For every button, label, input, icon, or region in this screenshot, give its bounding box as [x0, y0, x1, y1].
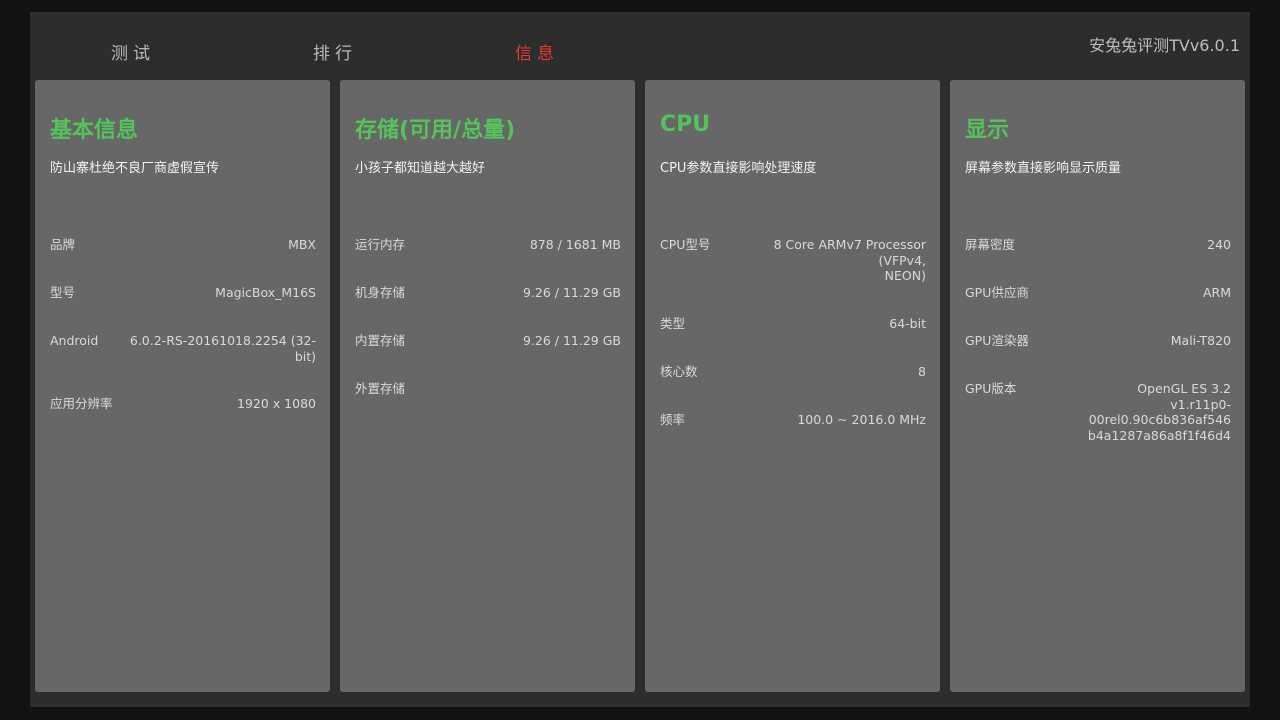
cpu-card: CPU CPU参数直接影响处理速度 CPU型号 8 Core ARMv7 Pro…	[645, 80, 940, 692]
row-value: 8	[918, 363, 926, 379]
display-card: 显示 屏幕参数直接影响显示质量 屏幕密度 240 GPU供应商 ARM GPU渲…	[950, 80, 1245, 692]
card-title: 存储(可用/总量)	[355, 118, 516, 143]
info-row-gpu-vendor: GPU供应商 ARM	[965, 285, 1231, 301]
tab-ranking[interactable]: 排行	[313, 39, 357, 64]
row-value: ARM	[1202, 285, 1231, 300]
tab-test[interactable]: 测试	[111, 39, 155, 64]
card-title: 显示	[965, 118, 1010, 143]
card-subtitle: 屏幕参数直接影响显示质量	[965, 161, 1122, 176]
row-value: 6.0.2-RS-20161018.2254 (32-bit)	[129, 333, 316, 364]
row-label: 内置存储	[355, 333, 406, 348]
row-value: 9.26 / 11.29 GB	[522, 285, 621, 300]
storage-card: 存储(可用/总量) 小孩子都知道越大越好 运行内存 878 / 1681 MB …	[340, 80, 635, 692]
row-label: GPU渲染器	[965, 333, 1029, 348]
info-row-device-storage: 机身存储 9.26 / 11.29 GB	[355, 285, 621, 301]
info-row-internal-storage: 内置存储 9.26 / 11.29 GB	[355, 333, 621, 349]
tab-info[interactable]: 信息	[515, 39, 559, 64]
row-label: 类型	[660, 315, 686, 331]
row-label: 屏幕密度	[965, 237, 1016, 252]
info-row-gpu-renderer: GPU渲染器 Mali-T820	[965, 333, 1231, 349]
row-label: Android	[50, 333, 99, 348]
row-value: 240	[1207, 237, 1231, 252]
card-subtitle: CPU参数直接影响处理速度	[660, 161, 817, 176]
info-row-cpu-type: 类型 64-bit	[660, 316, 926, 332]
row-label: GPU版本	[965, 381, 1017, 396]
app-window: 测试 排行 信息 安兔兔评测TVv6.0.1 基本信息 防山寨杜绝不良厂商虚假宣…	[30, 12, 1250, 707]
row-label: 机身存储	[355, 285, 406, 300]
row-value: 64-bit	[889, 315, 926, 331]
basic-info-card: 基本信息 防山寨杜绝不良厂商虚假宣传 品牌 MBX 型号 MagicBox_M1…	[35, 80, 330, 692]
row-value: 1920 x 1080	[237, 396, 316, 411]
card-title: CPU	[660, 112, 711, 137]
info-row-ram: 运行内存 878 / 1681 MB	[355, 237, 621, 253]
row-value: 878 / 1681 MB	[529, 237, 621, 252]
info-row-model: 型号 MagicBox_M16S	[50, 285, 316, 301]
row-label: 外置存储	[355, 381, 406, 396]
info-row-gpu-version: GPU版本 OpenGL ES 3.2 v1.r11p0-00rel0.90c6…	[965, 381, 1231, 443]
info-row-frequency: 频率 100.0 ~ 2016.0 MHz	[660, 412, 926, 428]
row-label: 运行内存	[355, 237, 406, 252]
info-row-resolution: 应用分辨率 1920 x 1080	[50, 396, 316, 412]
row-label: 品牌	[50, 237, 76, 252]
row-label: 频率	[660, 411, 686, 427]
row-label: CPU型号	[660, 237, 711, 252]
info-row-cpu-model: CPU型号 8 Core ARMv7 Processor (VFPv4, NEO…	[660, 237, 926, 284]
card-subtitle: 防山寨杜绝不良厂商虚假宣传	[50, 161, 220, 176]
row-value: Mali-T820	[1170, 333, 1231, 348]
row-value: 9.26 / 11.29 GB	[522, 333, 621, 348]
app-title: 安兔兔评测TVv6.0.1	[1089, 36, 1240, 55]
row-value: OpenGL ES 3.2 v1.r11p0-00rel0.90c6b836af…	[1087, 381, 1231, 443]
card-subtitle: 小孩子都知道越大越好	[355, 161, 486, 176]
card-title: 基本信息	[50, 118, 139, 143]
info-row-android: Android 6.0.2-RS-20161018.2254 (32-bit)	[50, 333, 316, 364]
info-row-brand: 品牌 MBX	[50, 237, 316, 253]
row-label: 核心数	[660, 363, 698, 379]
row-value: MBX	[288, 237, 316, 252]
row-value: 100.0 ~ 2016.0 MHz	[797, 411, 926, 427]
row-label: 应用分辨率	[50, 396, 113, 411]
info-row-cores: 核心数 8	[660, 364, 926, 380]
info-row-density: 屏幕密度 240	[965, 237, 1231, 253]
row-label: 型号	[50, 285, 76, 300]
row-label: GPU供应商	[965, 285, 1029, 300]
row-value: 8 Core ARMv7 Processor (VFPv4, NEON)	[773, 237, 926, 283]
row-value: MagicBox_M16S	[215, 285, 316, 300]
info-row-external-storage: 外置存储	[355, 381, 621, 397]
